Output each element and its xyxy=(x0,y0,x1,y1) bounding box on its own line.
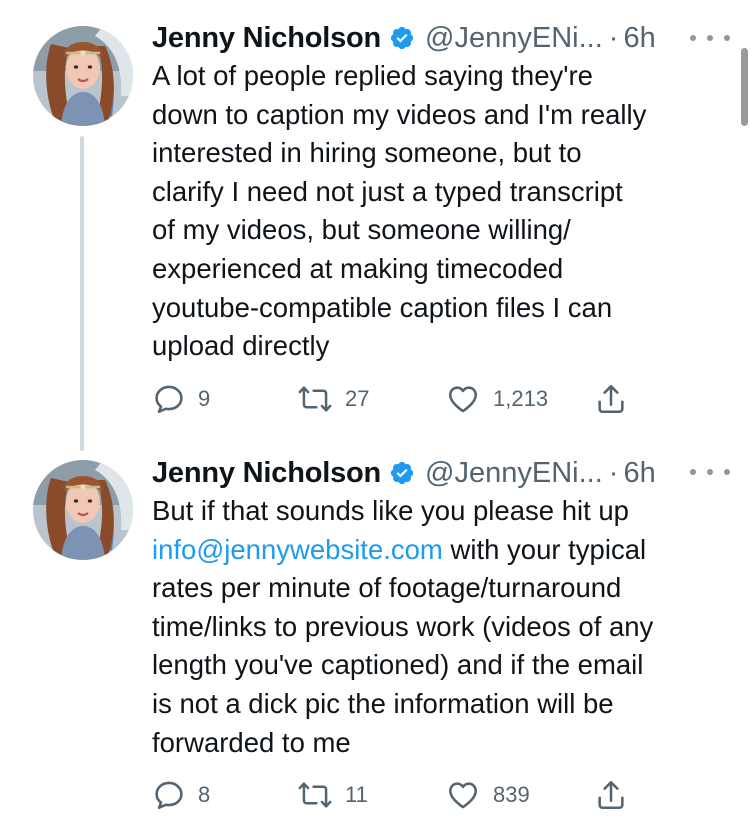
separator: · xyxy=(608,21,619,54)
tweet-text-line: down to caption my videos and I'm really xyxy=(152,98,647,130)
retweet-count: 27 xyxy=(345,386,370,411)
reply-count: 8 xyxy=(198,782,211,807)
tweet-text-line: upload directly xyxy=(152,330,330,362)
reply-count: 9 xyxy=(198,386,211,411)
tweet-text-line: youtube-compatible caption files I can xyxy=(152,291,613,323)
email-link[interactable]: info@jennywebsite.com xyxy=(152,534,443,565)
share-button[interactable] xyxy=(594,379,628,419)
like-count: 839 xyxy=(493,782,530,807)
share-icon xyxy=(598,780,624,810)
reply-icon xyxy=(155,781,183,810)
like-button[interactable]: 839 xyxy=(445,775,530,815)
tweet-text-line: But if that sounds like you please hit u… xyxy=(152,495,629,526)
more-icon[interactable] xyxy=(690,28,730,48)
tweet-text-line: forwarded to me xyxy=(152,726,351,758)
more-icon[interactable] xyxy=(690,462,730,482)
share-button[interactable] xyxy=(594,775,628,815)
tweet-text-line: is not a dick pic the information will b… xyxy=(152,687,614,719)
author-name[interactable]: Jenny Nicholson xyxy=(152,22,381,55)
tweet-text: A lot of people replied saying they're d… xyxy=(152,57,732,366)
avatar[interactable] xyxy=(33,460,133,560)
tweet-actions: 9 27 1,213 xyxy=(152,379,652,419)
avatar[interactable] xyxy=(33,26,133,126)
author-handle[interactable]: @JennyENi... xyxy=(425,22,603,55)
like-count: 1,213 xyxy=(493,386,549,411)
retweet-icon xyxy=(298,386,332,412)
tweet-text-line: A lot of people replied saying they're xyxy=(152,60,593,91)
verified-badge-icon xyxy=(390,461,414,485)
timestamp[interactable]: 6h xyxy=(623,22,655,55)
heart-icon xyxy=(448,386,478,413)
retweet-button[interactable]: 11 xyxy=(297,775,368,815)
author-name[interactable]: Jenny Nicholson xyxy=(152,457,381,490)
tweet-text-line: length you've captioned) and if the emai… xyxy=(152,649,644,681)
tweet-text-line: clarify I need not just a typed transcri… xyxy=(152,175,623,207)
tweet-text-line: info@jennywebsite.com with your typical xyxy=(152,531,732,570)
tweet-header: Jenny Nicholson @JennyENi... · 6h xyxy=(152,18,656,58)
tweet[interactable]: Jenny Nicholson @JennyENi... · 6h But if… xyxy=(0,440,750,825)
tweet-text-segment: with your typical xyxy=(450,533,647,565)
tweet-text-line: of my videos, but someone willing/ xyxy=(152,214,571,246)
retweet-button[interactable]: 27 xyxy=(297,379,369,419)
retweet-count: 11 xyxy=(345,782,368,807)
tweet-text-line: experienced at making timecoded xyxy=(152,252,564,284)
heart-icon xyxy=(448,782,478,809)
tweet-text-line: rates per minute of footage/turnaround xyxy=(152,572,622,604)
verified-badge-icon xyxy=(390,26,414,50)
share-icon xyxy=(598,384,624,414)
tweet-text-line: interested in hiring someone, but to xyxy=(152,137,582,169)
author-handle[interactable]: @JennyENi... xyxy=(425,457,603,490)
like-button[interactable]: 1,213 xyxy=(445,379,548,419)
reply-icon xyxy=(155,385,183,414)
reply-button[interactable]: 9 xyxy=(152,379,210,419)
timestamp[interactable]: 6h xyxy=(623,457,655,490)
retweet-icon xyxy=(298,782,332,808)
tweet-text-line: time/links to previous work (videos of a… xyxy=(152,610,654,642)
tweet-header: Jenny Nicholson @JennyENi... · 6h xyxy=(152,453,656,493)
reply-button[interactable]: 8 xyxy=(152,775,210,815)
separator: · xyxy=(608,456,619,489)
tweet-text: But if that sounds like you please hit u… xyxy=(152,492,732,762)
tweet-actions: 8 11 839 xyxy=(152,775,652,815)
tweet[interactable]: Jenny Nicholson @JennyENi... · 6h A lot … xyxy=(0,0,750,440)
